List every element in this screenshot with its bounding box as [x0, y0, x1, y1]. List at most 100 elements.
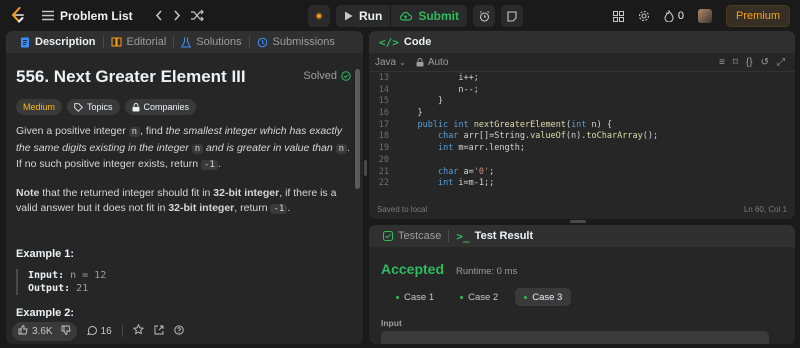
bookmark-icon[interactable]: ⌑ [733, 57, 738, 68]
companies-label: Companies [143, 102, 190, 112]
notes-button[interactable] [501, 5, 523, 27]
test-panel: Testcase >_ Test Result Accepted Runtime… [369, 225, 795, 344]
tab-submissions[interactable]: Submissions [253, 36, 339, 48]
tab-description[interactable]: Description [16, 36, 100, 48]
code-line: 20 [369, 155, 795, 167]
text-format-icon[interactable]: ≡ [719, 57, 725, 68]
divider [102, 36, 104, 48]
vertical-splitter-handle[interactable] [364, 160, 367, 176]
bold-text: 32-bit integer [168, 202, 235, 214]
text: Given a positive integer [16, 125, 129, 137]
lock-icon [416, 57, 424, 66]
terminal-icon: >_ [456, 229, 470, 243]
settings-gear-icon[interactable] [638, 10, 650, 22]
expand-icon[interactable]: ⤢ [777, 57, 785, 68]
tab-test-result[interactable]: >_ Test Result [452, 230, 537, 243]
document-icon [21, 37, 29, 47]
code-line: 18 char arr[]=String.valueOf(n).toCharAr… [369, 131, 795, 143]
auto-mode-toggle[interactable]: Auto [416, 56, 449, 68]
companies-badge[interactable]: Companies [124, 99, 197, 115]
streak-counter[interactable]: 0 [664, 10, 684, 22]
auto-label: Auto [427, 56, 449, 68]
inline-code: -1 [270, 204, 288, 214]
case-label: Case 3 [532, 291, 563, 303]
output-value: 21 [70, 282, 89, 294]
premium-button[interactable]: Premium [725, 5, 790, 27]
comments-button[interactable]: 16 [86, 326, 112, 337]
note-paragraph: Note that the returned integer should fi… [16, 186, 351, 218]
code-toolbar: Java ⌄ Auto ≡ ⌑ {} ↺ ⤢ [369, 53, 795, 72]
language-select[interactable]: Java ⌄ [375, 57, 406, 68]
reset-icon[interactable]: ↺ [761, 57, 769, 68]
bug-icon: ✷ [314, 10, 324, 23]
case-tab-2[interactable]: Case 2 [451, 288, 507, 306]
like-count: 3.6K [32, 325, 53, 337]
code-text: } [397, 96, 444, 107]
case-tab-1[interactable]: Case 1 [387, 288, 443, 306]
horizontal-splitter-handle[interactable] [570, 220, 586, 223]
play-icon [345, 11, 353, 21]
code-line: 15 } [369, 96, 795, 108]
braces-icon[interactable]: {} [746, 57, 753, 68]
text: . [217, 158, 221, 170]
tab-editorial[interactable]: Editorial [107, 36, 171, 48]
line-number: 19 [378, 143, 389, 154]
case-tabs: Case 1 Case 2 Case 3 [387, 288, 572, 306]
fire-icon [664, 10, 674, 22]
topics-badge[interactable]: Topics [67, 99, 120, 115]
share-icon[interactable] [154, 325, 164, 338]
line-number: 22 [378, 178, 389, 189]
problem-list-label: Problem List [60, 8, 133, 23]
vote-pill: 3.6K [12, 321, 77, 341]
divider [448, 230, 450, 242]
help-icon[interactable] [174, 324, 184, 338]
code-line: 21 char a='0'; [369, 167, 795, 179]
description-scrollbar[interactable] [355, 69, 360, 189]
input-value: n = 12 [64, 269, 107, 281]
code-text: char a='0'; [437, 166, 495, 177]
input-label: Input: [28, 269, 65, 281]
verdict-label: Accepted [381, 261, 445, 277]
tab-solutions[interactable]: Solutions [177, 36, 245, 48]
code-text: int i=m-1;; [437, 178, 495, 189]
problem-list-button[interactable]: Problem List [42, 9, 133, 23]
book-icon [111, 37, 122, 47]
submit-button[interactable]: Submit [391, 5, 467, 27]
language-label: Java [375, 56, 397, 68]
text: , find [140, 125, 166, 137]
text: . [287, 202, 291, 214]
thumbs-down-icon[interactable] [61, 325, 71, 338]
debug-button[interactable]: ✷ [308, 5, 330, 27]
user-avatar[interactable] [697, 9, 712, 23]
inline-code: n [128, 127, 141, 137]
shuffle-icon[interactable] [190, 10, 204, 21]
timer-button[interactable] [473, 5, 495, 27]
pass-dot [460, 295, 464, 299]
next-problem-icon[interactable] [173, 10, 181, 21]
top-navbar: Problem List ✷ Run Submit 0 Premium [0, 0, 800, 31]
leetcode-logo-icon[interactable] [10, 7, 26, 24]
star-icon[interactable] [132, 323, 144, 338]
code-editor[interactable]: 13 i++; 14 n--; 15 } 16 } 17 public int next… [369, 73, 795, 195]
bold-text: 32-bit integer [213, 186, 280, 199]
problem-title[interactable]: 556. Next Greater Element III [16, 67, 246, 87]
run-button[interactable]: Run [336, 5, 390, 27]
tab-testcase[interactable]: Testcase [379, 230, 445, 242]
run-submit-group: Run Submit [336, 5, 467, 27]
thumbs-up-icon[interactable] [18, 324, 28, 338]
example-2-title: Example 2: [16, 306, 75, 319]
check-circle-icon [341, 71, 351, 81]
tag-icon [74, 102, 83, 112]
description-paragraph: Given a positive integer n, find the sma… [16, 124, 351, 174]
solved-status: Solved [303, 70, 351, 82]
tab-submissions-label: Submissions [272, 36, 335, 48]
code-editor-panel: </> Code Java ⌄ Auto ≡ ⌑ {} ↺ ⤢ 13 i++; 1… [369, 31, 795, 219]
prev-problem-icon[interactable] [155, 10, 163, 21]
layout-grid-icon[interactable] [612, 10, 624, 22]
case-tab-3[interactable]: Case 3 [515, 288, 572, 306]
code-text: char arr[]=String.valueOf(n).toCharArray… [437, 131, 659, 142]
text: , return [234, 202, 271, 214]
example-1-title: Example 1: [16, 247, 75, 260]
test-tabbar: Testcase >_ Test Result [369, 225, 795, 247]
code-header: </> Code [369, 31, 795, 53]
